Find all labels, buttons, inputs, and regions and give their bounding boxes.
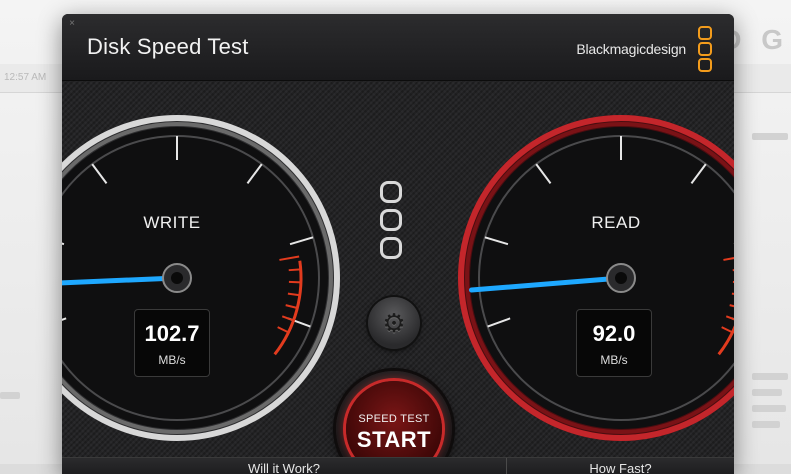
background-text-line [752, 405, 786, 412]
gauge-red-tick [289, 269, 301, 270]
footer-bar: Will it Work? How Fast? [62, 457, 734, 474]
write-unit: MB/s [135, 353, 209, 367]
will-it-work-tab[interactable]: Will it Work? [62, 458, 506, 474]
blackmagic-logo-icon [698, 26, 712, 70]
gauge-red-tick [733, 269, 734, 270]
gauge-hub-center [615, 272, 627, 284]
write-dial [62, 113, 342, 443]
start-button-caption: SPEED TEST [336, 413, 452, 425]
settings-button[interactable]: ⚙ [368, 297, 420, 349]
background-timestamp: 12:57 AM [4, 72, 46, 83]
read-unit: MB/s [577, 353, 651, 367]
read-value: 92.0 [577, 321, 651, 347]
gauge-hub-center [171, 272, 183, 284]
background-text-line [752, 389, 782, 396]
write-value: 102.7 [135, 321, 209, 347]
background-text-line [752, 133, 788, 140]
read-label: READ [556, 213, 676, 233]
title-bar: × Disk Speed Test Blackmagicdesign [62, 14, 734, 81]
main-panel: WRITE 102.7 MB/s ⚙ SPEED TEST START READ… [62, 81, 734, 474]
how-fast-tab[interactable]: How Fast? [507, 458, 734, 474]
read-dial [456, 113, 734, 443]
write-label: WRITE [112, 213, 232, 233]
read-readout: 92.0 MB/s [576, 309, 652, 377]
blackmagic-emblem-icon [380, 181, 410, 277]
background-text-line [752, 421, 780, 428]
disk-speed-test-window: × Disk Speed Test Blackmagicdesign WRITE… [62, 14, 734, 474]
close-icon[interactable]: × [67, 19, 77, 29]
start-button-label: START [336, 427, 452, 453]
write-gauge [62, 113, 342, 443]
brand-name: Blackmagicdesign [576, 41, 686, 57]
background-text-line [752, 373, 788, 380]
gear-icon: ⚙ [368, 297, 420, 349]
read-gauge [456, 113, 734, 443]
background-text-line [0, 392, 20, 399]
write-readout: 102.7 MB/s [134, 309, 210, 377]
app-title: Disk Speed Test [87, 34, 249, 60]
